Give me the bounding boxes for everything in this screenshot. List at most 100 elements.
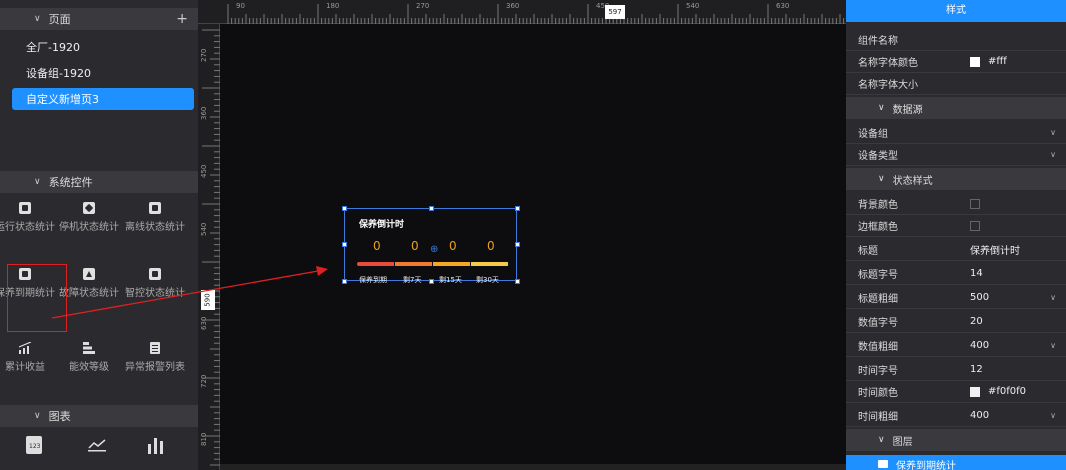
datasource-section-header[interactable]: ∨ 数据源 bbox=[846, 97, 1066, 119]
pages-header[interactable]: ∨ 页面 + bbox=[0, 8, 198, 30]
ruler-label: 630 bbox=[776, 2, 790, 10]
prop-row[interactable]: 数值粗细 400 ∨ bbox=[846, 335, 1066, 357]
widget-value: 0 bbox=[487, 239, 495, 253]
status-style-section-header[interactable]: ∨ 状态样式 bbox=[846, 168, 1066, 190]
list-icon bbox=[149, 342, 161, 354]
prop-row[interactable]: 时间粗细 400 ∨ bbox=[846, 405, 1066, 427]
chevron-down-icon: ∨ bbox=[1050, 150, 1056, 159]
control-label: 能效等级 bbox=[69, 362, 109, 373]
system-controls-label: 系统控件 bbox=[48, 176, 93, 189]
bar-chart-icon[interactable] bbox=[148, 436, 164, 457]
color-value: #f0f0f0 bbox=[988, 386, 1027, 397]
value-weight-select[interactable]: 400 ∨ bbox=[954, 340, 1066, 351]
prop-label: 设备类型 bbox=[858, 151, 898, 162]
title-size-input[interactable]: 14 bbox=[954, 268, 1066, 279]
prop-label: 组件名称 bbox=[858, 36, 898, 47]
section-label: 状态样式 bbox=[892, 175, 933, 187]
prop-label: 时间颜色 bbox=[858, 388, 898, 399]
color-swatch[interactable] bbox=[970, 198, 980, 209]
resize-handle[interactable] bbox=[342, 242, 347, 247]
title-input[interactable]: 保养倒计时 bbox=[954, 242, 1066, 257]
layer-item[interactable]: 保养到期统计 bbox=[846, 455, 1066, 470]
add-page-icon[interactable]: + bbox=[176, 11, 188, 27]
page-item[interactable]: 设备组-1920 bbox=[12, 62, 194, 84]
prop-row[interactable]: 数值字号 20 bbox=[846, 311, 1066, 333]
prop-row[interactable]: 标题粗细 500 ∨ bbox=[846, 287, 1066, 309]
bar-trend-icon bbox=[18, 341, 32, 354]
control-item[interactable]: 运行状态统计 bbox=[0, 202, 56, 236]
prop-row[interactable]: 时间颜色 #f0f0f0 bbox=[846, 381, 1066, 403]
prop-label: 边框颜色 bbox=[858, 222, 898, 233]
editor-canvas[interactable]: 90 180 270 360 450 540 630 720 597 270 3… bbox=[198, 0, 879, 470]
prop-value[interactable] bbox=[954, 198, 1066, 209]
color-swatch[interactable] bbox=[970, 220, 980, 231]
page-item[interactable]: 全厂-1920 bbox=[12, 36, 194, 58]
prop-value[interactable]: #fff bbox=[954, 56, 1066, 67]
layers-section-header[interactable]: ∨ 图层 bbox=[846, 429, 1066, 451]
charts-header[interactable]: ∨ 图表 bbox=[0, 405, 198, 427]
title-weight-select[interactable]: 500 ∨ bbox=[954, 292, 1066, 303]
resize-handle[interactable] bbox=[515, 242, 520, 247]
diamond-icon bbox=[83, 202, 95, 214]
resize-handle[interactable] bbox=[429, 206, 434, 211]
app-root: ∨ 页面 + 全厂-1920 设备组-1920 自定义新增页3 ∨ 系统控件 运… bbox=[0, 0, 1066, 470]
left-panel: ∨ 页面 + 全厂-1920 设备组-1920 自定义新增页3 ∨ 系统控件 运… bbox=[0, 0, 198, 470]
resize-handle[interactable] bbox=[342, 279, 347, 284]
dot-square-icon bbox=[149, 202, 161, 214]
chevron-down-icon: ∨ bbox=[878, 103, 885, 113]
prop-row[interactable]: 名称字体颜色 #fff bbox=[846, 51, 1066, 73]
gear-square-icon bbox=[149, 268, 161, 280]
chevron-down-icon: ∨ bbox=[1050, 411, 1056, 420]
widget-value: 0 bbox=[449, 239, 457, 253]
prop-row[interactable]: 背景颜色 bbox=[846, 193, 1066, 215]
color-swatch[interactable] bbox=[970, 56, 980, 67]
prop-row[interactable]: 组件名称 bbox=[846, 29, 1066, 51]
prop-row[interactable]: 时间字号 12 bbox=[846, 359, 1066, 381]
page-item-active[interactable]: 自定义新增页3 bbox=[12, 88, 194, 110]
pages-header-label: 页面 bbox=[48, 13, 71, 26]
chevron-down-icon: ∨ bbox=[1050, 341, 1056, 350]
countdown-bar bbox=[357, 262, 509, 266]
system-controls-header[interactable]: ∨ 系统控件 bbox=[0, 171, 198, 193]
prop-row[interactable]: 标题 保养倒计时 bbox=[846, 239, 1066, 261]
number-chart-icon[interactable]: 123 bbox=[26, 436, 42, 457]
control-item[interactable]: 离线状态统计 bbox=[124, 202, 186, 236]
prop-label: 名称字体大小 bbox=[858, 80, 918, 91]
prop-row[interactable]: 设备类型 ∨ bbox=[846, 144, 1066, 166]
prop-row[interactable]: 边框颜色 bbox=[846, 215, 1066, 237]
section-label: 数据源 bbox=[892, 104, 923, 116]
horizontal-scrollbar[interactable] bbox=[220, 464, 846, 470]
prop-label: 背景颜色 bbox=[858, 200, 898, 211]
move-crosshair-icon[interactable]: ⊕ bbox=[430, 244, 438, 255]
time-weight-select[interactable]: 400 ∨ bbox=[954, 410, 1066, 421]
control-item[interactable]: 故障状态统计 bbox=[58, 268, 120, 302]
style-tab[interactable]: 样式 bbox=[846, 0, 1066, 22]
ruler-label: 270 bbox=[200, 48, 208, 62]
bar-segment bbox=[357, 262, 394, 266]
chevron-down-icon: ∨ bbox=[34, 14, 41, 24]
prop-value[interactable]: #f0f0f0 bbox=[954, 386, 1066, 397]
control-item[interactable]: 智控状态统计 bbox=[124, 268, 186, 302]
resize-handle[interactable] bbox=[515, 279, 520, 284]
charts-header-label: 图表 bbox=[48, 410, 71, 423]
maintenance-countdown-widget[interactable]: 保养倒计时 0 0 ⊕ 0 0 保养到期 剩7天 剩15天 剩30天 bbox=[342, 206, 520, 284]
ruler-label: 360 bbox=[506, 2, 520, 10]
time-size-input[interactable]: 12 bbox=[954, 364, 1066, 375]
resize-handle[interactable] bbox=[515, 206, 520, 211]
resize-handle[interactable] bbox=[342, 206, 347, 211]
control-item[interactable]: 累计收益 bbox=[0, 341, 56, 376]
prop-row[interactable]: 名称字体大小 bbox=[846, 73, 1066, 95]
control-item[interactable]: 停机状态统计 bbox=[58, 202, 120, 236]
prop-value[interactable] bbox=[954, 220, 1066, 231]
layer-label: 保养到期统计 bbox=[896, 460, 956, 470]
line-chart-icon[interactable] bbox=[88, 438, 106, 455]
prop-row[interactable]: 标题字号 14 bbox=[846, 263, 1066, 285]
control-item[interactable]: 异常报警列表 bbox=[124, 342, 186, 376]
resize-handle[interactable] bbox=[429, 279, 434, 284]
ruler-label: 810 bbox=[200, 432, 208, 446]
color-swatch[interactable] bbox=[970, 386, 980, 397]
time-label: 剩15天 bbox=[439, 276, 462, 284]
value-size-input[interactable]: 20 bbox=[954, 316, 1066, 327]
prop-row[interactable]: 设备组 ∨ bbox=[846, 122, 1066, 144]
control-item[interactable]: 能效等级 bbox=[58, 342, 120, 376]
